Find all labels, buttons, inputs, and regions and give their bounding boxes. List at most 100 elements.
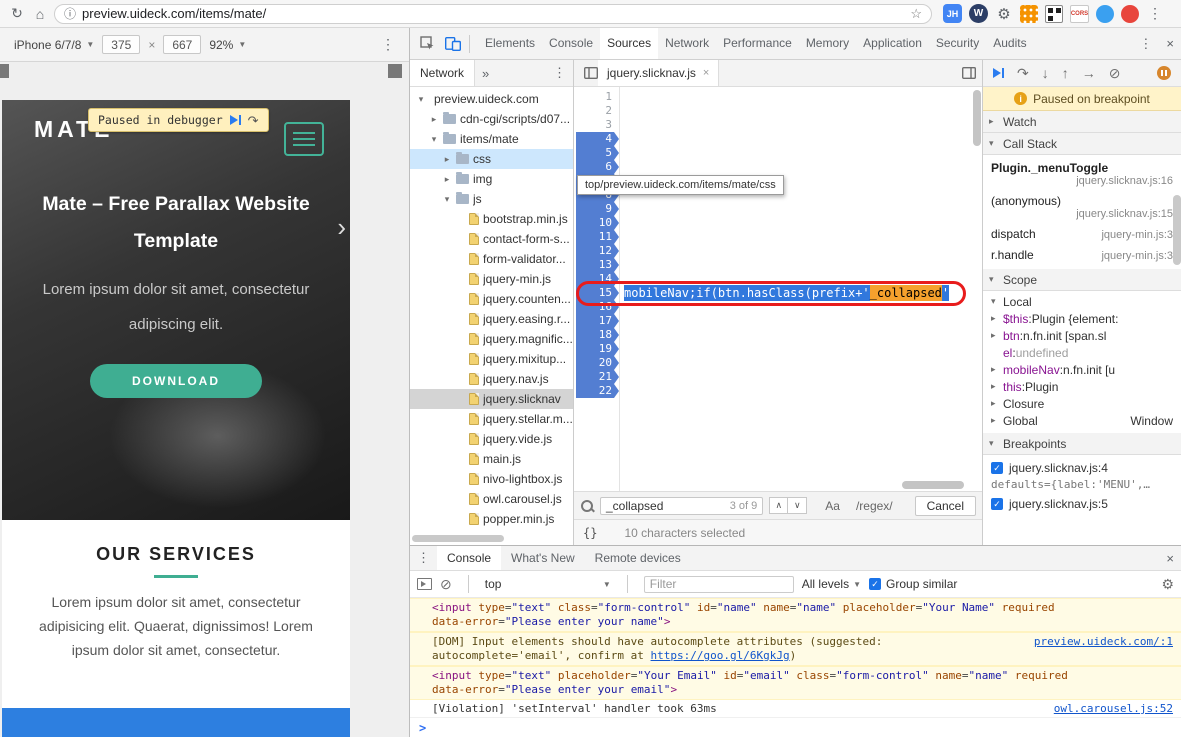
section-scope[interactable]: ▾ Scope [983,269,1181,291]
source-link[interactable]: preview.uideck.com/:1 [1034,635,1173,648]
tree-expand-icon[interactable]: ▾ [442,194,452,205]
line-number-5[interactable]: 5 [576,146,619,160]
line-number-11[interactable]: 11 [576,230,619,244]
extension-gear-icon[interactable]: ⚙ [995,5,1013,23]
tree-item-jquery-slicknav[interactable]: jquery.slicknav [410,389,573,409]
bookmark-star-icon[interactable]: ☆ [910,6,922,22]
inspect-element-icon[interactable] [420,36,435,51]
devtools-tab-audits[interactable]: Audits [986,28,1033,59]
device-toolbar-menu-icon[interactable]: ⋮ [381,36,395,53]
console-tab-console[interactable]: Console [437,546,502,570]
call-stack-frame[interactable]: Plugin._menuToggle jquery.slicknav.js:16 [983,157,1181,190]
toggle-debugger-icon[interactable] [962,67,976,79]
console-message[interactable]: [DOM] Input elements should have autocom… [410,632,1181,666]
line-number-4[interactable]: 4 [576,132,619,146]
pause-on-exceptions-icon[interactable] [1157,66,1171,80]
resume-script-icon[interactable] [229,115,241,125]
tree-item-contact-form-s-[interactable]: contact-form-s... [410,229,573,249]
navigator-tab-network[interactable]: Network [410,60,476,86]
tree-expand-icon[interactable]: ▸ [429,114,439,125]
resize-handle-left[interactable] [0,64,9,78]
call-stack-frame[interactable]: r.handle jquery-min.js:3 [983,244,1181,265]
expand-icon[interactable]: ▾ [991,296,1003,307]
group-similar-checkbox[interactable]: ✓ Group similar [869,577,957,591]
extension-qr-icon[interactable] [1045,4,1063,23]
line-number-9[interactable]: 9 [576,202,619,216]
paused-code-line[interactable]: mobileNav;if(btn.hasClass(prefix+'_colla… [624,285,950,301]
resume-script-icon[interactable] [993,68,1004,78]
devtools-menu-icon[interactable]: ⋮ [1132,36,1159,52]
scope-group-global[interactable]: ▸ Global Window [983,412,1181,429]
search-previous-icon[interactable]: ∧ [769,497,789,514]
tree-item-jquery-counten-[interactable]: jquery.counten... [410,289,573,309]
step-out-icon[interactable]: ↑ [1062,66,1069,80]
line-number-3[interactable]: 3 [574,118,619,132]
tree-item-nivo-lightbox-js[interactable]: nivo-lightbox.js [410,469,573,489]
search-cancel-button[interactable]: Cancel [914,495,976,516]
toggle-navigator-icon[interactable] [584,67,598,79]
console-tab-remote-devices[interactable]: Remote devices [585,546,691,570]
tree-item-jquery-vide-js[interactable]: jquery.vide.js [410,429,573,449]
expand-icon[interactable]: ▸ [991,398,1003,409]
tree-item-main-js[interactable]: main.js [410,449,573,469]
line-number-16[interactable]: 16 [576,300,619,314]
devtools-close-icon[interactable]: × [1159,36,1181,51]
tree-item-jquery-easing-r-[interactable]: jquery.easing.r... [410,309,573,329]
tree-expand-icon[interactable]: ▾ [416,94,426,105]
frame-location[interactable]: jquery-min.js:3 [1101,250,1173,262]
devtools-tab-elements[interactable]: Elements [478,28,542,59]
tree-item-form-validator-[interactable]: form-validator... [410,249,573,269]
tree-item-jquery-min-js[interactable]: jquery-min.js [410,269,573,289]
scope-prop-btn[interactable]: ▸ btn: n.fn.init [span.sl [983,327,1181,344]
deactivate-breakpoints-icon[interactable]: ⊘ [1109,66,1121,80]
devtools-tab-sources[interactable]: Sources [600,28,659,59]
pretty-print-icon[interactable]: {} [583,526,597,540]
scope-prop-el[interactable]: el: undefined [983,344,1181,361]
console-link[interactable]: https://goo.gl/6KgkJg [651,649,790,662]
log-levels-select[interactable]: All levels ▼ [802,577,861,591]
frame-location[interactable]: jquery-min.js:3 [1101,229,1173,241]
carousel-next-icon[interactable]: › [337,212,346,243]
expand-icon[interactable]: ▸ [991,364,1003,375]
section-breakpoints[interactable]: ▾ Breakpoints [983,433,1181,455]
step-into-icon[interactable]: ↓ [1042,66,1049,80]
line-number-21[interactable]: 21 [576,370,619,384]
extension-w-icon[interactable]: W [969,4,988,23]
line-number-22[interactable]: 22 [576,384,619,398]
download-button[interactable]: DOWNLOAD [90,364,262,398]
tree-item-cdn-cgi-scripts-d07-[interactable]: ▸ cdn-cgi/scripts/d07... [410,109,573,129]
call-stack-frame[interactable]: (anonymous) jquery.slicknav.js:15 [983,190,1181,223]
reload-icon[interactable]: ↻ [8,5,26,22]
tree-expand-icon[interactable]: ▾ [429,134,439,145]
tree-item-jquery-nav-js[interactable]: jquery.nav.js [410,369,573,389]
breakpoint-entry[interactable]: ✓ jquery.slicknav.js:5 [983,494,1181,514]
navigator-menu-icon[interactable]: ⋮ [546,65,573,81]
line-number-20[interactable]: 20 [576,356,619,370]
drawer-close-icon[interactable]: × [1159,551,1181,566]
search-input[interactable]: _collapsed 3 of 9 [600,496,764,515]
clear-console-icon[interactable]: ⊘ [440,577,452,591]
home-icon[interactable]: ⌂ [31,6,49,22]
console-message[interactable]: <input type="text" placeholder="Your Ema… [410,666,1181,700]
line-number-10[interactable]: 10 [576,216,619,230]
devtools-tab-performance[interactable]: Performance [716,28,799,59]
line-number-15[interactable]: 15 [576,286,619,300]
console-message[interactable]: [Violation] 'setInterval' handler took 6… [410,700,1181,717]
page-info-icon[interactable]: ⓘ [64,5,76,22]
devtools-tab-application[interactable]: Application [856,28,929,59]
toggle-device-toolbar-icon[interactable] [445,36,461,51]
url-text[interactable]: preview.uideck.com/items/mate/ [82,6,266,21]
line-number-14[interactable]: 14 [576,272,619,286]
extension-cors-icon[interactable]: CORS [1070,4,1089,23]
device-height-input[interactable]: 667 [163,35,202,54]
step-over-icon[interactable]: ↷ [248,114,259,127]
tree-item-owl-carousel-js[interactable]: owl.carousel.js [410,489,573,509]
step-icon[interactable]: → [1082,66,1096,80]
source-link[interactable]: owl.carousel.js:52 [1054,702,1173,715]
frame-location[interactable]: jquery.slicknav.js:16 [991,175,1173,187]
line-number-2[interactable]: 2 [574,104,619,118]
drawer-menu-icon[interactable]: ⋮ [410,550,437,566]
zoom-select[interactable]: 92% ▼ [209,38,246,52]
console-sidebar-icon[interactable] [417,578,432,590]
device-width-input[interactable]: 375 [102,35,141,54]
